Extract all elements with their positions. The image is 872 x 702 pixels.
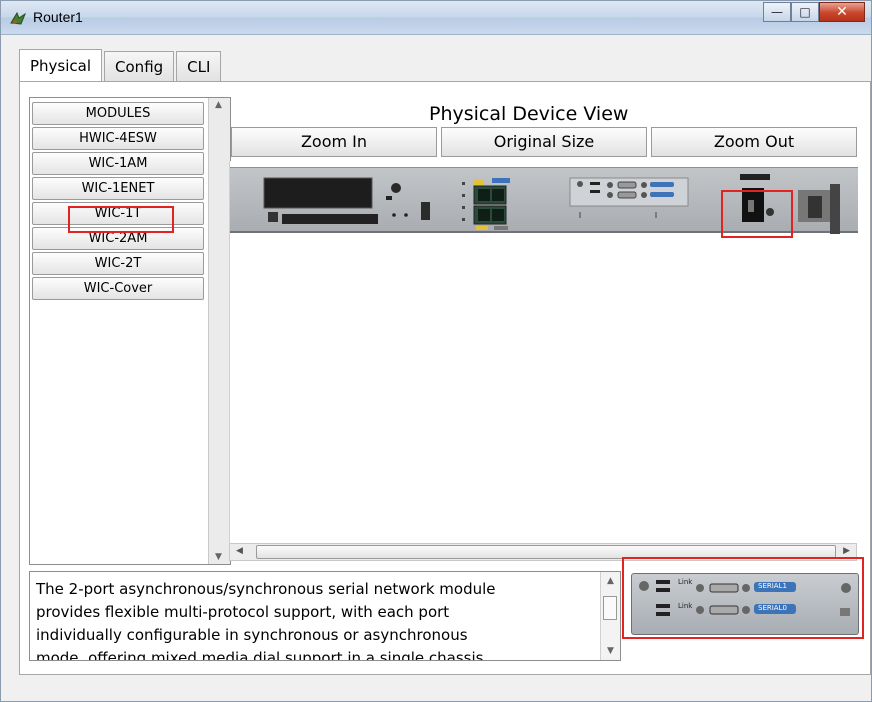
modules-list: MODULES HWIC-4ESW WIC-1AM WIC-1ENET WIC-… <box>29 97 231 565</box>
scroll-left-icon[interactable]: ◀ <box>236 546 243 556</box>
module-item-wic-2t[interactable]: WIC-2T <box>32 252 204 275</box>
router-icon <box>9 9 27 27</box>
description-scrollbar[interactable]: ▲ ▼ <box>600 572 620 660</box>
maximize-icon: □ <box>799 5 811 19</box>
close-button[interactable]: ✕ <box>819 2 865 22</box>
router-window: Router1 — □ ✕ Physical Config CLI MODULE… <box>0 0 872 702</box>
scroll-up-icon[interactable]: ▲ <box>607 576 614 586</box>
module-description: The 2-port asynchronous/synchronous seri… <box>29 571 621 661</box>
title-bar: Router1 — □ ✕ <box>1 1 871 35</box>
module-item-wic-1am[interactable]: WIC-1AM <box>32 152 204 175</box>
tab-config[interactable]: Config <box>104 51 175 81</box>
scroll-down-icon[interactable]: ▼ <box>607 646 614 656</box>
highlight-wic-1t <box>68 206 174 233</box>
tab-physical[interactable]: Physical <box>19 49 103 81</box>
physical-device-view-title: Physical Device View <box>429 103 629 125</box>
maximize-button[interactable]: □ <box>791 2 819 22</box>
minimize-icon: — <box>771 5 783 19</box>
modules-scrollbar[interactable]: ▲ ▼ <box>208 98 230 564</box>
module-item-modules[interactable]: MODULES <box>32 102 204 125</box>
scroll-right-icon[interactable]: ▶ <box>843 546 850 556</box>
minimize-button[interactable]: — <box>763 2 791 22</box>
modules-items: MODULES HWIC-4ESW WIC-1AM WIC-1ENET WIC-… <box>32 102 208 302</box>
original-size-button[interactable]: Original Size <box>441 127 647 157</box>
module-item-wic-cover[interactable]: WIC-Cover <box>32 277 204 300</box>
window-title: Router1 <box>33 9 83 25</box>
description-scroll-thumb[interactable] <box>603 596 617 620</box>
window-controls: — □ ✕ <box>763 2 865 24</box>
highlight-module-preview <box>622 557 864 639</box>
zoom-out-button[interactable]: Zoom Out <box>651 127 857 157</box>
module-item-hwic-4esw[interactable]: HWIC-4ESW <box>32 127 204 150</box>
module-description-text: The 2-port asynchronous/synchronous seri… <box>36 580 496 661</box>
scroll-up-icon[interactable]: ▲ <box>215 100 222 110</box>
zoom-in-button[interactable]: Zoom In <box>231 127 437 157</box>
tab-cli[interactable]: CLI <box>176 51 222 81</box>
scroll-down-icon[interactable]: ▼ <box>215 552 222 562</box>
close-icon: ✕ <box>836 4 848 20</box>
tab-bar: Physical Config CLI <box>19 49 223 81</box>
highlight-power-switch <box>721 190 793 238</box>
module-item-wic-1enet[interactable]: WIC-1ENET <box>32 177 204 200</box>
